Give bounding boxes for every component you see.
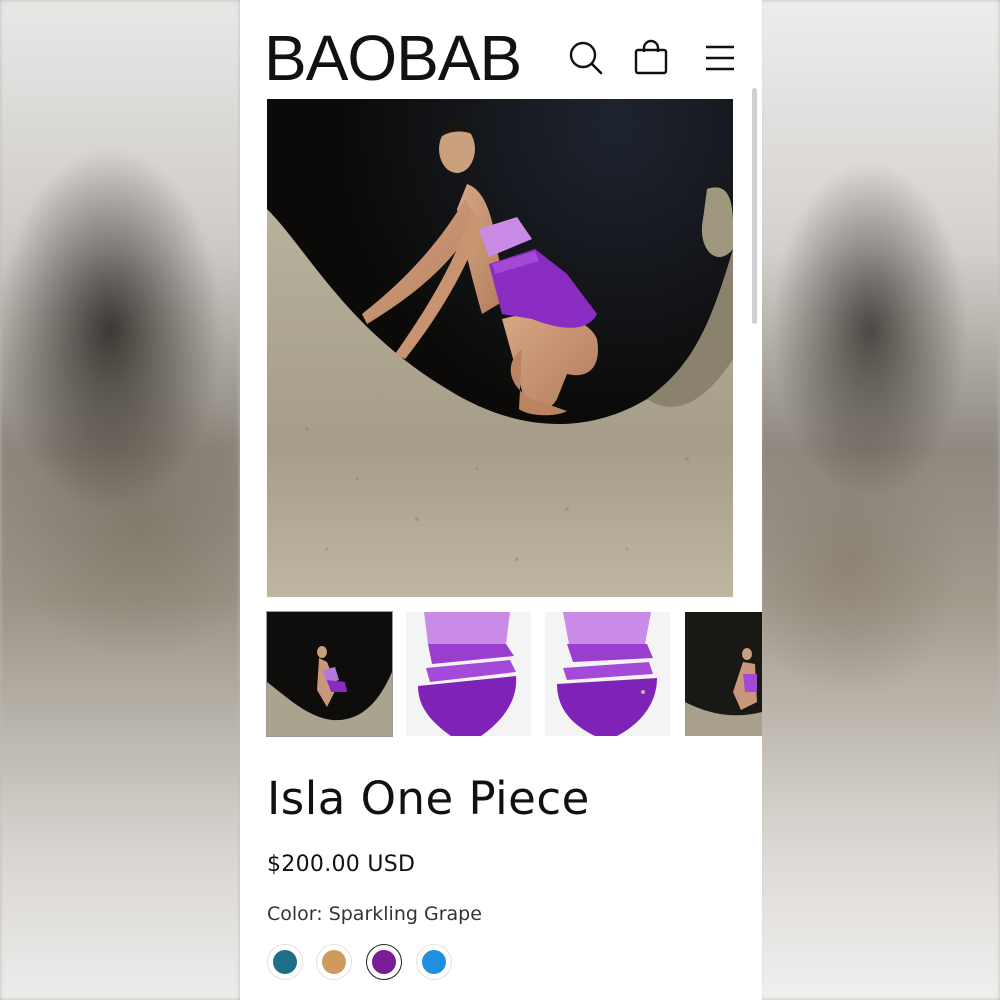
search-icon[interactable] (566, 38, 606, 78)
swatch-tan-dot (322, 950, 346, 974)
mobile-product-page: BAOBAB Isla One Piece $200.00 USD Color:… (240, 0, 762, 1000)
swatch-blue-dot (422, 950, 446, 974)
color-swatches (267, 944, 507, 982)
thumbnail-model-side[interactable] (685, 612, 762, 736)
color-label: Color: Sparkling Grape (267, 903, 482, 925)
thumbnail-model-crouching[interactable] (266, 611, 393, 737)
site-header: BAOBAB (240, 0, 762, 98)
product-main-image[interactable] (267, 99, 733, 597)
selected-color-name: Sparkling Grape (328, 903, 482, 925)
thumbnail-swimsuit-front[interactable] (406, 612, 531, 736)
swatch-tan[interactable] (316, 944, 352, 980)
shopping-bag-icon[interactable] (631, 38, 671, 78)
swatch-teal-dot (273, 950, 297, 974)
brand-logo[interactable]: BAOBAB (264, 22, 522, 94)
background-blur-left (0, 0, 240, 1000)
thumbnail-swimsuit-back[interactable] (545, 612, 670, 736)
color-label-prefix: Color: (267, 903, 323, 925)
product-title: Isla One Piece (267, 772, 590, 825)
background-blur-right (760, 0, 1000, 1000)
swatch-sparkling-grape[interactable] (366, 944, 402, 980)
hamburger-menu-icon[interactable] (700, 38, 740, 78)
swatch-teal[interactable] (267, 944, 303, 980)
thumbnail-strip (266, 611, 762, 737)
swatch-grape-dot (372, 950, 396, 974)
scrollbar[interactable] (752, 88, 757, 324)
swatch-blue[interactable] (416, 944, 452, 980)
product-price: $200.00 USD (267, 852, 416, 877)
